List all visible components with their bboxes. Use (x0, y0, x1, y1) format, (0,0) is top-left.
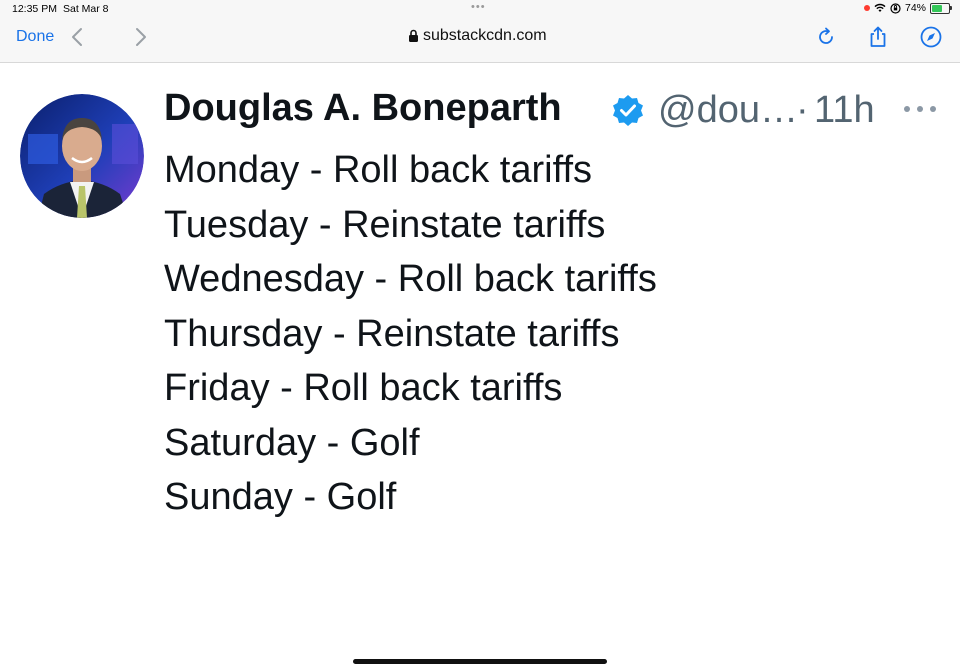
url-text: substackcdn.com (423, 27, 547, 44)
orientation-lock-icon (890, 2, 901, 14)
tweet-line: Thursday - Reinstate tariffs (164, 312, 620, 355)
tweet-header: Douglas A. Boneparth @dou… · 11h (164, 87, 954, 137)
tweet: Douglas A. Boneparth @dou… · 11h Monday … (0, 63, 960, 663)
done-button[interactable]: Done (16, 28, 54, 46)
reload-icon[interactable] (814, 25, 838, 49)
battery-percent: 74% (904, 2, 926, 14)
browser-toolbar: Done substackcdn.com (0, 20, 960, 63)
address-bar[interactable]: substackcdn.com (408, 27, 547, 45)
tweet-line: Sunday - Golf (164, 476, 397, 518)
wifi-icon (874, 3, 886, 12)
avatar[interactable] (20, 94, 144, 218)
tweet-line: Saturday - Golf (164, 421, 420, 464)
tweet-time[interactable]: 11h (814, 89, 875, 132)
tweet-line: Monday - Roll back tariffs (164, 149, 593, 191)
status-bar: 12:35 PM Sat Mar 8 ••• 74% (0, 0, 960, 20)
battery-charging-icon (930, 2, 952, 14)
chevron-left-icon[interactable] (68, 25, 88, 49)
multitasking-dots[interactable]: ••• (471, 1, 486, 13)
battery-level (932, 4, 942, 12)
share-icon[interactable] (866, 25, 890, 49)
separator-dot: · (796, 89, 809, 131)
more-options-icon[interactable] (902, 99, 938, 119)
tweet-line: Tuesday - Reinstate tariffs (164, 203, 606, 246)
verified-badge-icon (613, 95, 643, 126)
status-date: Sat Mar 8 (63, 3, 109, 15)
lock-icon (409, 29, 418, 42)
tweet-text: Monday - Roll back tariffs Tuesday - Rei… (164, 143, 657, 525)
author-name[interactable]: Douglas A. Boneparth (164, 87, 562, 130)
status-icons: 74% (863, 2, 952, 14)
author-handle[interactable]: @dou… (658, 89, 798, 132)
chevron-right-icon[interactable] (130, 25, 150, 49)
tweet-line: Wednesday - Roll back tariffs (164, 258, 657, 300)
tweet-line: Friday - Roll back tariffs (164, 367, 563, 409)
record-dot-icon (863, 5, 870, 11)
battery-tip (950, 5, 952, 10)
home-indicator[interactable] (353, 659, 607, 664)
status-time: 12:35 PM (12, 3, 57, 15)
compass-icon[interactable] (919, 25, 943, 49)
